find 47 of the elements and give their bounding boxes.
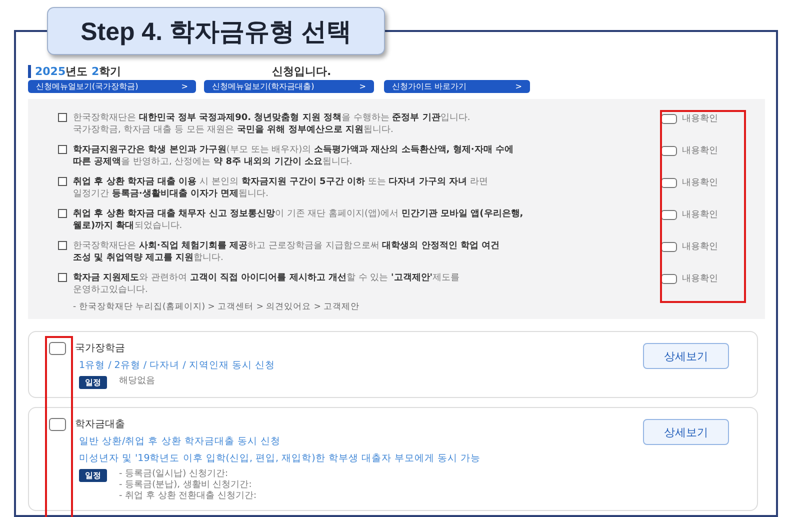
confirm-checkbox[interactable] (661, 114, 677, 124)
type-checkbox[interactable] (49, 342, 66, 354)
schedule-badge: 일정 (79, 469, 107, 482)
notice-checkbox[interactable] (58, 177, 67, 186)
schedule-text: - 등록금(분납), 생활비 신청기간: (119, 480, 253, 491)
schedule-text: 해당없음 (119, 376, 155, 387)
path-text: - 한국장학재단 누리집(홈페이지) > 고객센터 > 의견있어요 > 고객제안 (73, 301, 361, 313)
notice-checkbox[interactable] (58, 145, 67, 154)
schedule-text: - 등록금(일시납) 신청기간: (119, 469, 230, 480)
type-title: 학자금대출 (75, 418, 125, 431)
type-checkbox[interactable] (49, 418, 66, 430)
notice-text: 한국장학재단은 사회·직업 체험기회를 제공하고 근로장학금을 지급함으로써 대학생의 안정적인 학업 여건 조성 및 취업역량 제고를 지원합니다. (73, 240, 501, 264)
confirm-label[interactable]: 내용확인 (682, 272, 718, 285)
notice-text: 학자금지원구간은 학생 본인과 가구원(부모 또는 배우자)의 소득평가액과 재산의 소득환산액, 형제·자매 수에 따른 공제액을 반영하고, 산정에는 약 8주 내외의 기간이 소요됩니다. (73, 144, 514, 168)
confirm-label[interactable]: 내용확인 (682, 208, 718, 221)
confirm-checkbox[interactable] (661, 178, 677, 188)
notice-checkbox[interactable] (58, 209, 67, 218)
confirm-checkbox[interactable] (661, 274, 677, 284)
schedule-text: - 취업 후 상환 전환대출 신청기간: (119, 491, 257, 502)
notice-text: 취업 후 상환 학자금 대출 채무자 신고 정보통신망이 기존 재단 홈페이지(앱)에서 민간기관 모바일 앱(우리은행, 웰로)까지 확대되었습니다. (73, 208, 524, 232)
step-title: Step 4. 학자금유형 선택 (80, 16, 352, 48)
confirm-label[interactable]: 내용확인 (682, 144, 718, 157)
confirm-checkbox[interactable] (661, 146, 677, 156)
type-description: 미성년자 및 '19학년도 이후 입학(신입, 편입, 재입학)한 학부생 대출자 부모에게 동시 가능 (79, 452, 480, 465)
heading-bar (28, 64, 31, 78)
type-title: 국가장학금 (75, 342, 125, 355)
confirm-checkbox[interactable] (661, 242, 677, 252)
guide-button[interactable]: 신청메뉴얼보기(학자금대출) > (204, 80, 374, 93)
detail-button[interactable]: 상세보기 (643, 419, 729, 445)
type-description: 일반 상환/취업 후 상환 학자금대출 동시 신청 (79, 435, 280, 448)
notice-text: 한국장학재단은 대한민국 정부 국정과제90. 청년맞춤형 지원 정책을 수행하는 준정부 기관입니다. 국가장학금, 학자금 대출 등 모든 재원은 국민을 위해 정부예산으로 지원됩니다. (73, 112, 472, 136)
confirm-label[interactable]: 내용확인 (682, 240, 718, 253)
confirm-checkbox[interactable] (661, 210, 677, 220)
guide-button[interactable]: 신청메뉴얼보기(국가장학금) > (28, 80, 196, 93)
confirm-label[interactable]: 내용확인 (682, 176, 718, 189)
schedule-badge: 일정 (79, 376, 107, 389)
notice-text: 학자금 지원제도와 관련하여 고객이 직접 아이디어를 제시하고 개선할 수 있는 '고객제안'제도를 운영하고있습니다. (73, 272, 461, 296)
notice-checkbox[interactable] (58, 113, 67, 122)
notice-checkbox[interactable] (58, 273, 67, 282)
notice-text: 취업 후 상환 학자금 대출 이용 시 본인의 학자금지원 구간이 5구간 이하 또는 다자녀 가구의 자녀 라면 일정기간 등록금·생활비대출 이자가 면제됩니다. (73, 176, 489, 200)
type-description: 1유형 / 2유형 / 다자녀 / 지역인재 동시 신청 (79, 359, 275, 372)
guide-button[interactable]: 신청가이드 바로가기 > (384, 80, 530, 93)
notice-text: 신청입니다. (272, 64, 332, 78)
term-heading: 2025년도 2학기 (35, 64, 122, 78)
notice-checkbox[interactable] (58, 241, 67, 250)
confirm-label[interactable]: 내용확인 (682, 112, 718, 125)
detail-button[interactable]: 상세보기 (643, 343, 729, 369)
